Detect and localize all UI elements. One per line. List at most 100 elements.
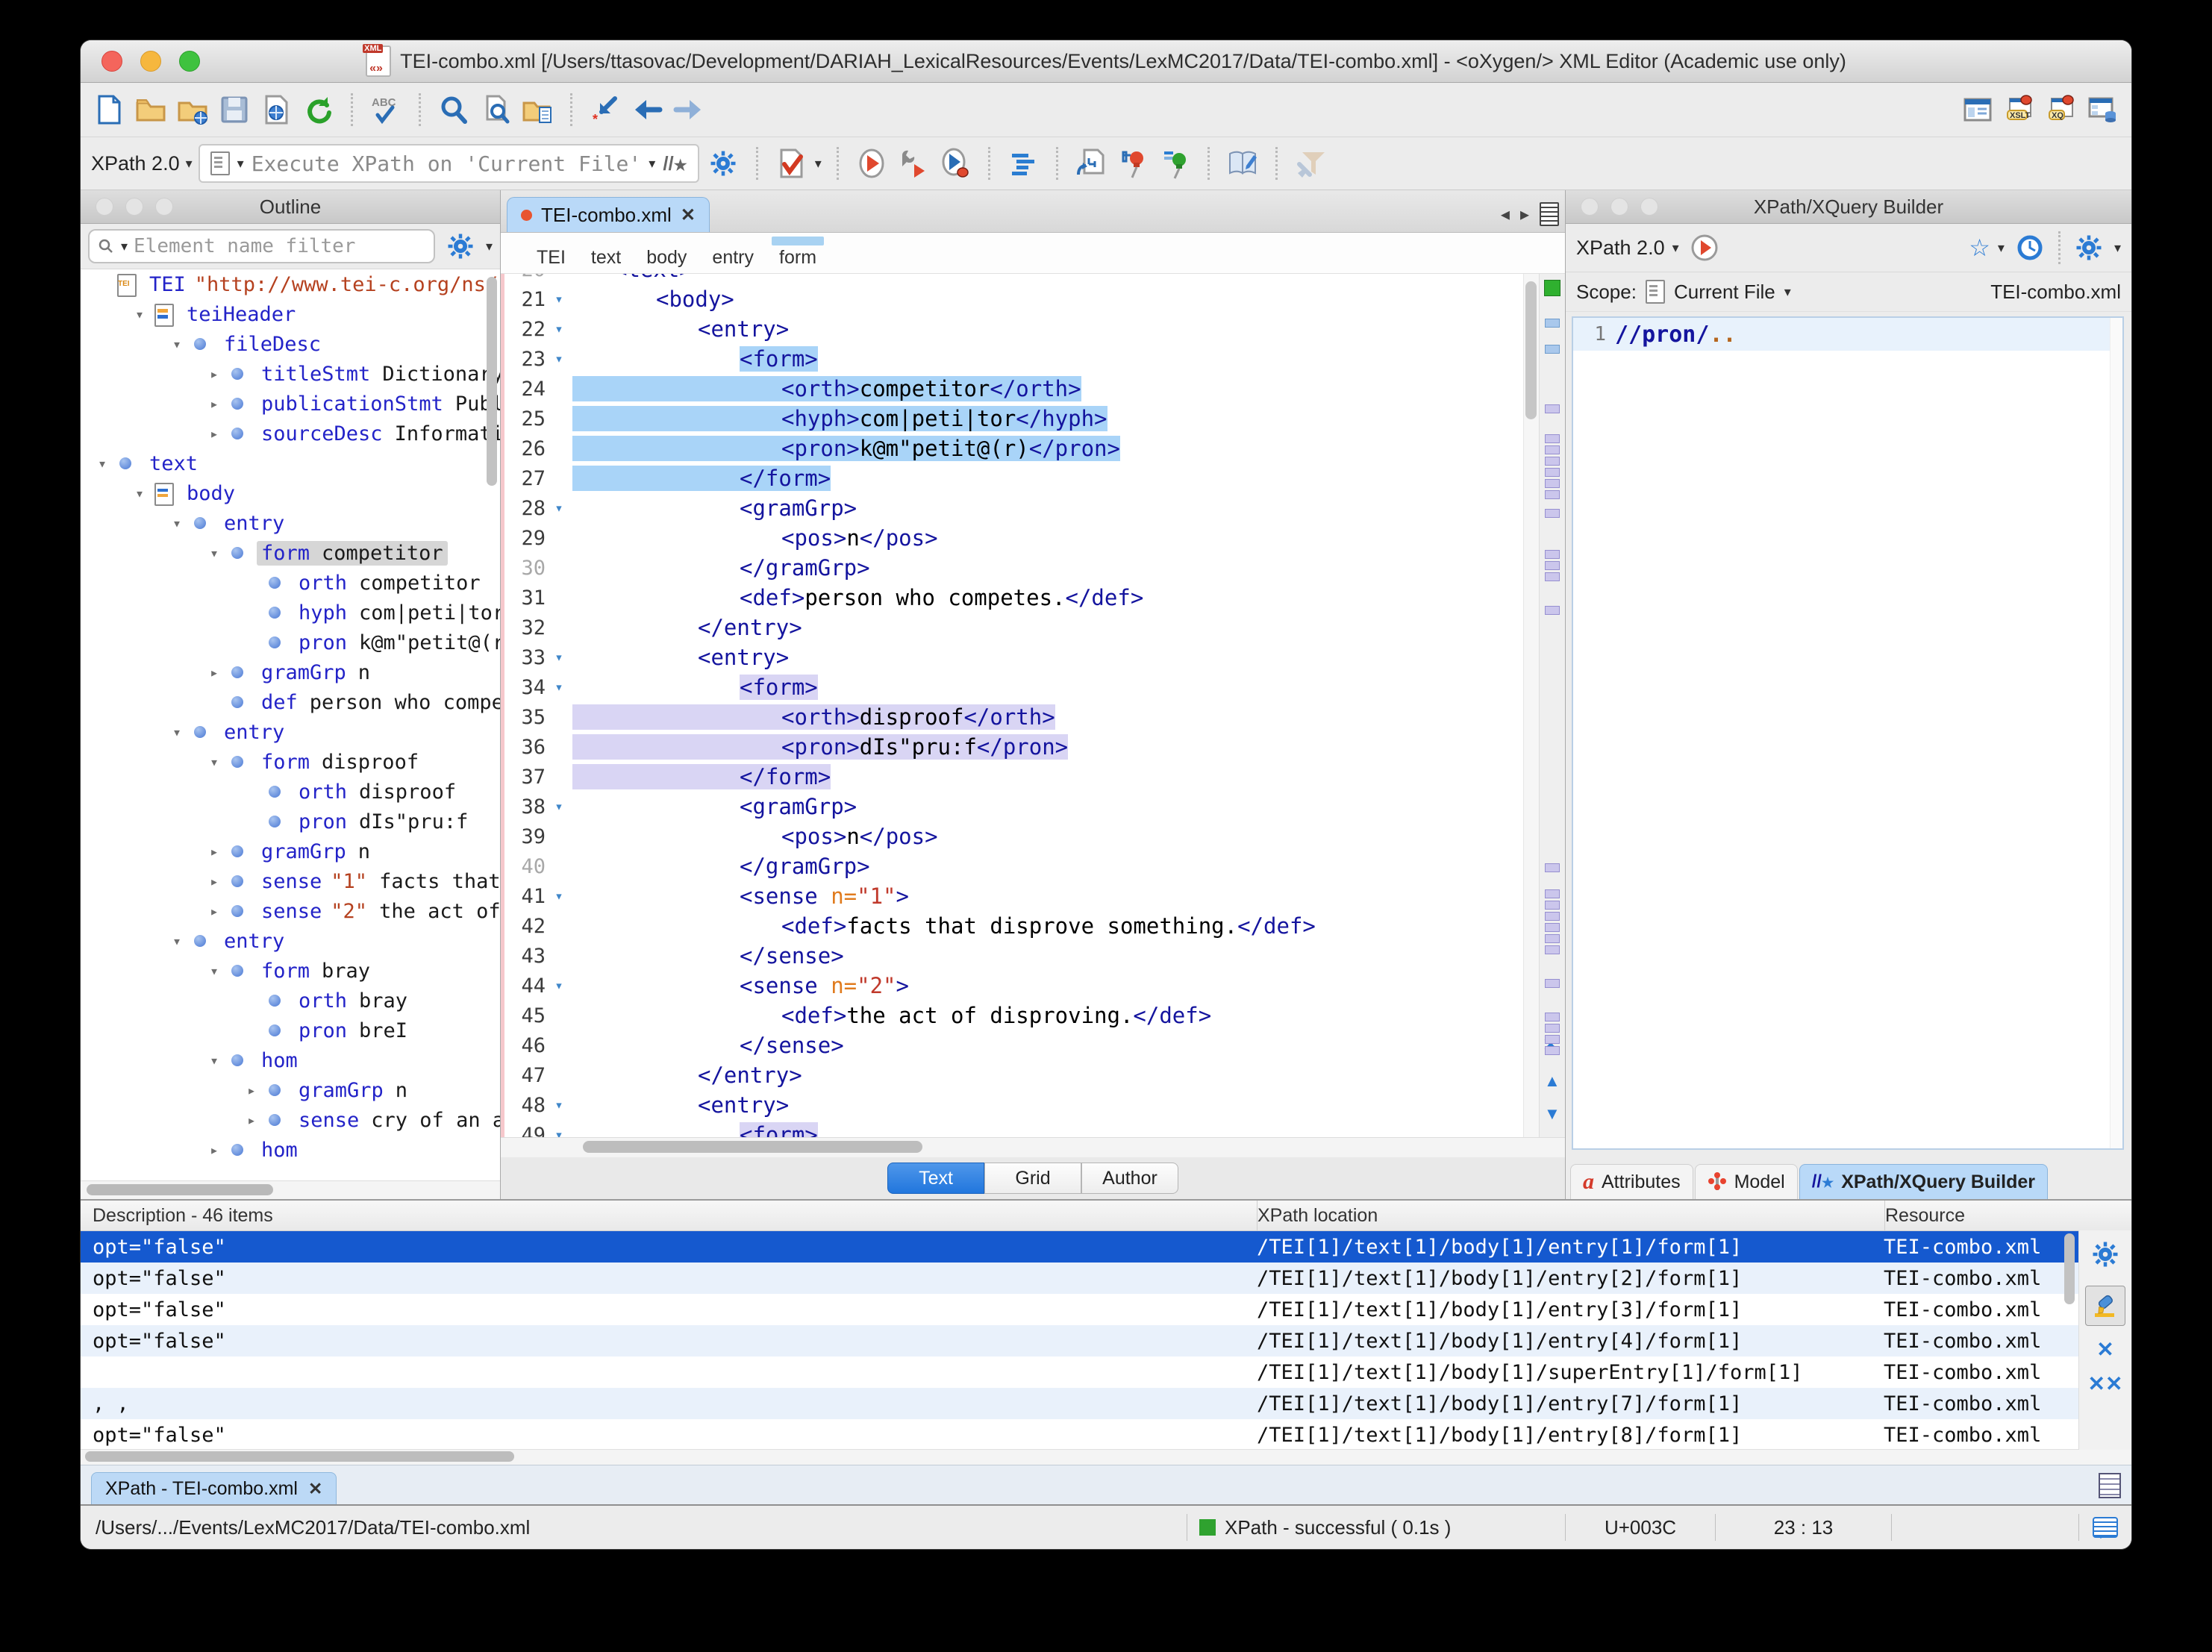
editor-line[interactable]: 47 </entry>: [501, 1060, 1523, 1090]
element-filter-input[interactable]: ▾ Element name filter: [88, 229, 435, 263]
outline-vertical-scrollbar[interactable]: [487, 274, 499, 1139]
outline-item[interactable]: ▾ text: [81, 448, 500, 478]
result-marker[interactable]: [1545, 345, 1560, 354]
last-modification-button[interactable]: *: [587, 92, 623, 128]
editor-line[interactable]: 25 <hyph>com|peti|tor</hyph>: [501, 404, 1523, 434]
outline-item[interactable]: ▾ entry: [81, 717, 500, 747]
outline-item[interactable]: ▾ form bray: [81, 956, 500, 986]
editor-line[interactable]: 29 <pos>n</pos>: [501, 523, 1523, 553]
breadcrumb-item-form[interactable]: form: [772, 237, 825, 269]
outline-item[interactable]: pron breI: [81, 1016, 500, 1045]
editor-line[interactable]: 31 <def>person who competes.</def>: [501, 583, 1523, 613]
view-tab-author[interactable]: Author: [1081, 1163, 1178, 1194]
close-tab-icon[interactable]: ✕: [681, 204, 696, 226]
previous-tab-icon[interactable]: ◂: [1501, 204, 1510, 225]
result-marker[interactable]: [1545, 901, 1560, 910]
editor-line[interactable]: 42 <def>facts that disprove something.</d…: [501, 911, 1523, 941]
xpath-version-dropdown[interactable]: XPath 2.0: [1576, 237, 1665, 260]
xpath-expression[interactable]: //pron/..: [1615, 322, 1737, 348]
editor-horizontal-scrollbar[interactable]: [501, 1137, 1565, 1157]
result-marker[interactable]: [1545, 979, 1560, 988]
editor-line[interactable]: 27 </form>: [501, 463, 1523, 493]
result-row[interactable]: , ,/TEI[1]/text[1]/body[1]/entry[7]/form…: [81, 1388, 2131, 1419]
outline-item[interactable]: pron dIs"pru:f: [81, 807, 500, 836]
outline-item[interactable]: ▾ body: [81, 478, 500, 508]
minimize-window-button[interactable]: [140, 51, 161, 72]
highlight-results-button[interactable]: [2085, 1286, 2125, 1326]
xpath-builder-icon[interactable]: //★: [663, 152, 687, 175]
editor-line[interactable]: 30 </gramGrp>: [501, 553, 1523, 583]
outline-item[interactable]: ▸ gramGrp n: [81, 657, 500, 687]
result-row[interactable]: /TEI[1]/text[1]/body[1]/superEntry[1]/fo…: [81, 1357, 2131, 1388]
result-marker[interactable]: [1545, 550, 1560, 559]
open-url-button[interactable]: [175, 92, 210, 128]
outline-item[interactable]: ▾ hom: [81, 1045, 500, 1075]
result-row[interactable]: opt="false"/TEI[1]/text[1]/body[1]/entry…: [81, 1294, 2131, 1325]
result-marker[interactable]: [1545, 863, 1560, 872]
database-perspective-button[interactable]: [2085, 92, 2121, 128]
close-tab-icon[interactable]: ✕: [308, 1479, 322, 1499]
find-replace-in-folder-button[interactable]: [519, 92, 555, 128]
debug-scenario-button[interactable]: [937, 146, 973, 181]
result-marker[interactable]: [1545, 1024, 1560, 1033]
outline-item[interactable]: ▾ entry: [81, 508, 500, 538]
result-row[interactable]: opt="false"/TEI[1]/text[1]/body[1]/entry…: [81, 1263, 2131, 1294]
xpath-builder-settings-gear-icon[interactable]: [2071, 230, 2107, 266]
result-marker[interactable]: [1545, 490, 1560, 499]
result-row[interactable]: opt="false"/TEI[1]/text[1]/body[1]/entry…: [81, 1231, 2131, 1263]
outline-item[interactable]: ▸titleStmtDictionary sa: [81, 359, 500, 389]
apply-transformation-button[interactable]: [854, 146, 890, 181]
outline-item[interactable]: ▸ sense "1" facts that: [81, 866, 500, 896]
chevron-down-icon[interactable]: ▾: [815, 156, 822, 172]
outline-item[interactable]: ▾ entry: [81, 926, 500, 956]
column-description[interactable]: Description - 46 items: [81, 1201, 1257, 1230]
format-file-button[interactable]: [1073, 146, 1109, 181]
view-tab-grid[interactable]: Grid: [984, 1163, 1081, 1194]
result-marker[interactable]: [1545, 572, 1560, 581]
editor-line[interactable]: 49 ▾ <form>: [501, 1120, 1523, 1137]
results-settings-gear-icon[interactable]: [2087, 1236, 2123, 1272]
editor-line[interactable]: 48 ▾ <entry>: [501, 1090, 1523, 1120]
result-marker[interactable]: [1545, 606, 1560, 615]
breadcrumb-item-entry[interactable]: entry: [712, 247, 754, 269]
feedback-chat-icon[interactable]: [2093, 1517, 2118, 1539]
xquery-debugger-button[interactable]: XQ: [2043, 92, 2079, 128]
results-horizontal-scrollbar[interactable]: [81, 1449, 2131, 1465]
outline-item[interactable]: ▾ form disproof: [81, 747, 500, 777]
configure-transformation-button[interactable]: [896, 146, 931, 181]
result-marker[interactable]: [1545, 889, 1560, 898]
outline-item[interactable]: ▾ form competitor: [81, 538, 500, 568]
xpath-version-dropdown[interactable]: XPath 2.0: [91, 152, 180, 175]
overview-ruler[interactable]: ✕ ▲ ▼: [1539, 274, 1565, 1137]
save-button[interactable]: [216, 92, 252, 128]
result-marker[interactable]: [1545, 945, 1560, 954]
editor-line[interactable]: 20▾<text>: [501, 274, 1523, 284]
close-all-results-icon[interactable]: ✕✕: [2088, 1374, 2123, 1395]
expression-scrollbar[interactable]: [2110, 318, 2122, 1148]
red-pin-button[interactable]: [1115, 146, 1151, 181]
result-row[interactable]: opt="false"/TEI[1]/text[1]/body[1]/entry…: [81, 1419, 2131, 1449]
history-clock-icon[interactable]: [2012, 230, 2048, 266]
result-row[interactable]: opt="false"/TEI[1]/text[1]/body[1]/entry…: [81, 1325, 2131, 1357]
editor-line[interactable]: 35 <orth>disproof</orth>: [501, 702, 1523, 732]
outline-settings-gear-icon[interactable]: [443, 228, 478, 264]
xpath-settings-gear-icon[interactable]: [705, 146, 741, 181]
editor-line[interactable]: 46 </sense>: [501, 1030, 1523, 1060]
outline-item[interactable]: ▸publicationStmtPublica: [81, 389, 500, 419]
editor-tab[interactable]: TEI-combo.xml ✕: [507, 197, 710, 232]
result-marker[interactable]: [1545, 319, 1560, 328]
tab-model[interactable]: Model: [1694, 1164, 1798, 1199]
editor-line[interactable]: 34 ▾ <form>: [501, 672, 1523, 702]
column-xpath-location[interactable]: XPath location: [1257, 1201, 1885, 1230]
result-marker[interactable]: [1545, 404, 1560, 413]
editor-line[interactable]: 28 ▾ <gramGrp>: [501, 493, 1523, 523]
editor-vertical-scrollbar[interactable]: [1523, 274, 1539, 1137]
spell-check-button[interactable]: ABC: [368, 92, 404, 128]
editor-line[interactable]: 41 ▾ <sense n="1">: [501, 881, 1523, 911]
result-marker[interactable]: [1545, 434, 1560, 443]
execute-xpath-button[interactable]: [1687, 230, 1722, 266]
result-marker[interactable]: [1545, 912, 1560, 921]
outline-item[interactable]: ▸ gramGrp n: [81, 836, 500, 866]
outline-item[interactable]: ▾ fileDesc: [81, 329, 500, 359]
previous-marker-icon[interactable]: ▲: [1544, 1071, 1560, 1091]
